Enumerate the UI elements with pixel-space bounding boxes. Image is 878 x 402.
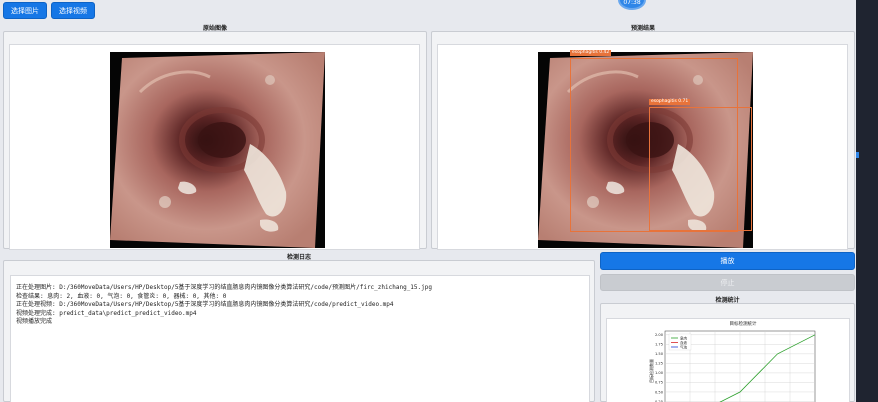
detection-label: esophagitis 0.42 — [570, 50, 612, 56]
stats-panel: 目标检测统计 目标检测数量 2.00 1.75 1.50 1.25 1.00 0.75 0.… — [600, 303, 855, 402]
log-text-area[interactable]: 正在处理图片: D:/360MoveData/Users/HP/Desktop/… — [10, 275, 590, 402]
original-image-frame — [9, 44, 420, 250]
y-tick-label: 1.25 — [655, 362, 663, 366]
app-window: 选择图片 选择视频 07:38 原始图像 预测结果 esophagitis 0.… — [0, 0, 878, 402]
detection-label: esophagitis 0.71 — [649, 99, 691, 105]
y-tick-label: 1.75 — [655, 343, 663, 347]
select-video-button[interactable]: 选择视频 — [51, 2, 95, 19]
y-tick-label: 0.75 — [655, 381, 663, 385]
y-tick-label: 1.50 — [655, 352, 664, 356]
legend-label: 气泡 — [680, 344, 688, 349]
log-line: 正在处理图片: D:/360MoveData/Users/HP/Desktop/… — [16, 284, 432, 291]
legend-label: 血液 — [680, 340, 688, 345]
log-line: 视频处理完成: predict_data\predict_predict_vid… — [16, 309, 197, 317]
original-endoscopy-image — [110, 52, 325, 248]
plot-area: 2.001.751.501.251.000.750.500.25息肉血液气泡 — [655, 330, 816, 402]
chart-ylabel: 目标检测数量 — [648, 359, 654, 383]
side-edge — [856, 0, 878, 402]
stop-button[interactable]: 停止 — [600, 274, 855, 291]
legend-label: 息肉 — [680, 335, 688, 340]
detection-stats-chart: 目标检测统计 目标检测数量 2.00 1.75 1.50 1.25 1.00 0.75 0.… — [648, 320, 816, 402]
original-panel — [3, 31, 427, 250]
log-line: 视频播放完成 — [16, 318, 53, 325]
result-image-frame: esophagitis 0.42 esophagitis 0.71 — [437, 44, 848, 250]
toolbar: 选择图片 选择视频 — [0, 0, 878, 24]
log-panel: 正在处理图片: D:/360MoveData/Users/HP/Desktop/… — [3, 260, 595, 402]
chart-frame: 目标检测统计 目标检测数量 2.00 1.75 1.50 1.25 1.00 0.75 0.… — [606, 318, 850, 402]
detection-box — [649, 107, 752, 231]
log-line: 检查结果: 息肉: 2, 血液: 0, 气泡: 0, 食管炎: 0, 器械: 0… — [16, 292, 227, 300]
y-tick-label: 2.00 — [655, 333, 664, 337]
select-image-button[interactable]: 选择图片 — [3, 2, 47, 19]
chart-title: 目标检测统计 — [730, 320, 757, 327]
play-button[interactable]: 播放 — [600, 252, 855, 270]
y-tick-label: 0.50 — [655, 390, 664, 394]
result-panel: esophagitis 0.42 esophagitis 0.71 — [431, 31, 855, 250]
y-tick-label: 1.00 — [655, 371, 664, 375]
log-line: 正在处理视频: D:/360MoveData/Users/HP/Desktop/… — [16, 301, 394, 308]
edge-indicator — [856, 152, 859, 158]
